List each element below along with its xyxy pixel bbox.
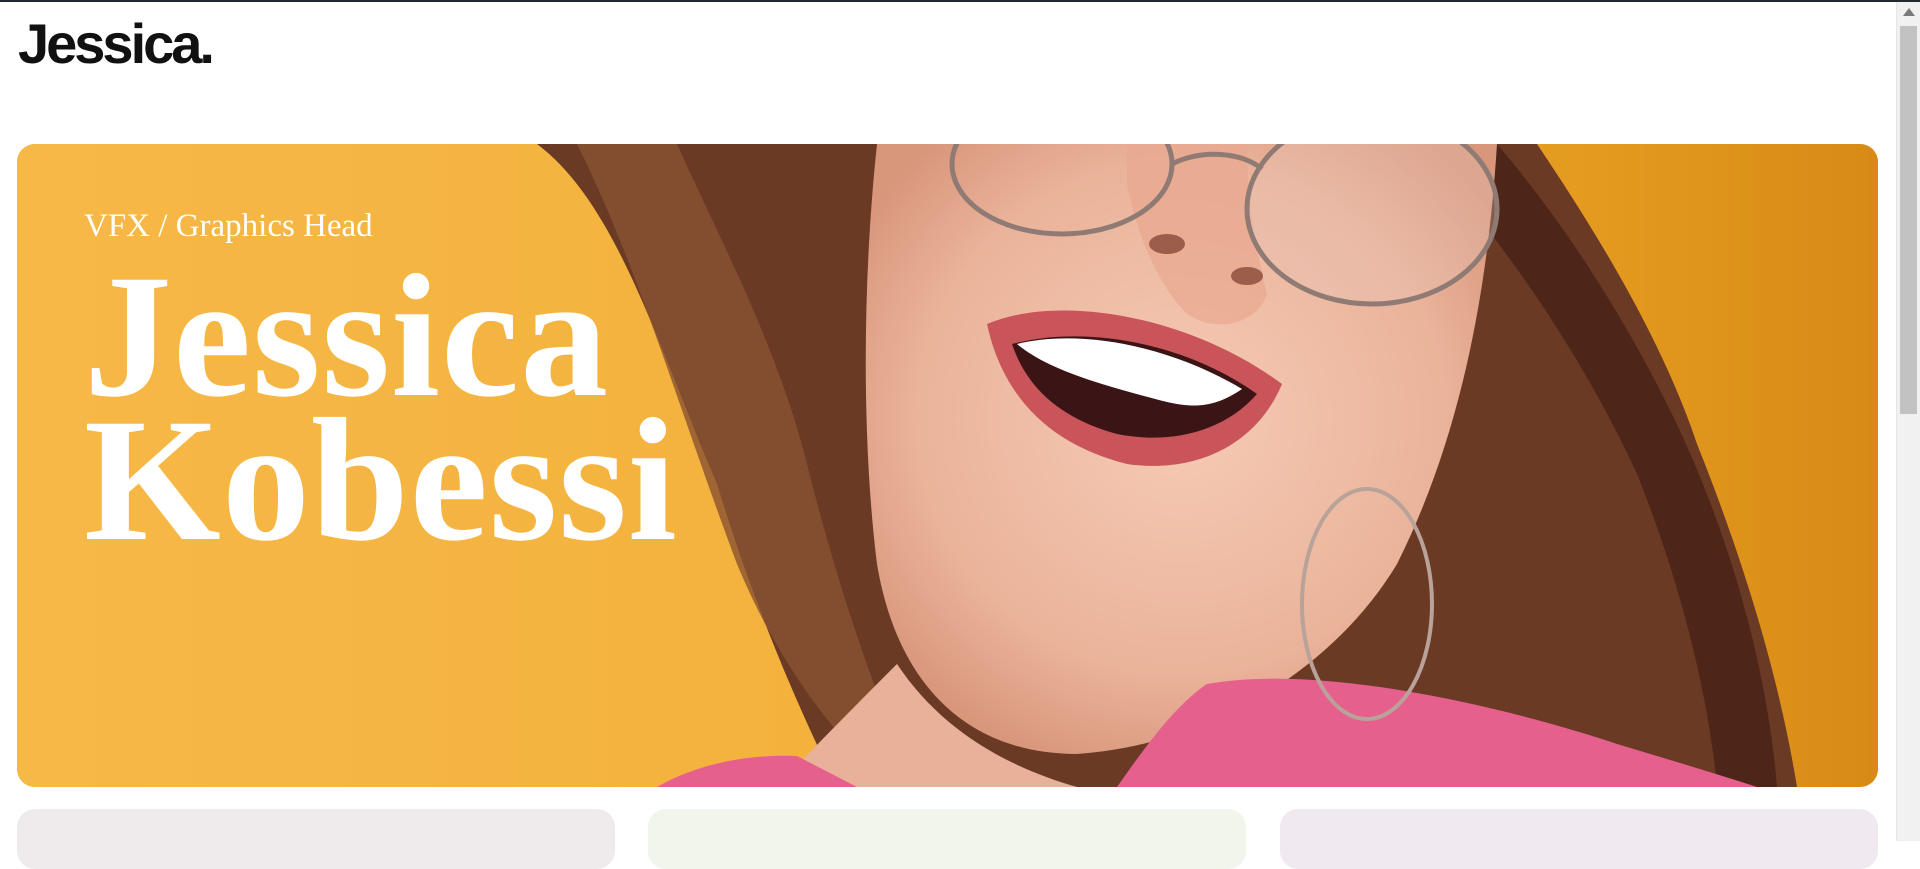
site-header: Jessica. <box>18 14 215 74</box>
hero-text: VFX / Graphics Head Jessica Kobessi <box>84 210 678 578</box>
arrow-up-icon[interactable] <box>1903 8 1915 16</box>
vertical-scrollbar[interactable] <box>1896 2 1920 841</box>
card-2[interactable] <box>648 809 1246 869</box>
card-row <box>0 809 1880 869</box>
site-logo[interactable]: Jessica. <box>18 16 215 72</box>
card-1[interactable] <box>17 809 615 869</box>
scrollbar-thumb[interactable] <box>1900 26 1917 414</box>
card-3[interactable] <box>1280 809 1878 869</box>
hero-name-last: Kobessi <box>84 383 678 578</box>
window-top-border <box>0 0 1920 2</box>
hero-banner: VFX / Graphics Head Jessica Kobessi <box>17 144 1878 787</box>
